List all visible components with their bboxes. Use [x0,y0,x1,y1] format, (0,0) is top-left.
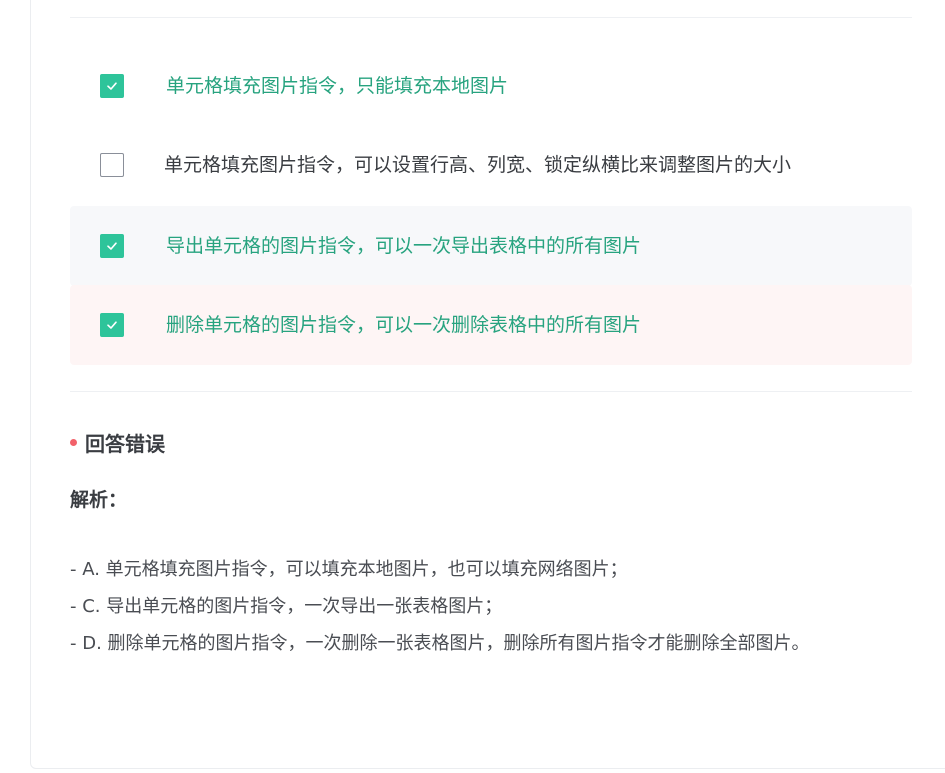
option-b[interactable]: 单元格填充图片指令，可以设置行高、列宽、锁定纵横比来调整图片的大小 [70,125,912,205]
analysis-title: 解析： [70,489,128,511]
option-c-checkbox[interactable] [100,234,124,258]
check-icon [107,82,117,90]
result-label: 回答错误 [85,431,165,456]
analysis-line-c: - C. 导出单元格的图片指令，一次导出一张表格图片； [70,596,503,617]
check-icon [107,242,117,250]
option-b-text: 单元格填充图片指令，可以设置行高、列宽、锁定纵横比来调整图片的大小 [164,154,792,176]
analysis-line-d: - D. 删除单元格的图片指令，一次删除一张表格图片，删除所有图片指令才能删除全… [70,633,810,654]
option-a-text: 单元格填充图片指令，只能填充本地图片 [166,75,509,97]
option-a-checkbox[interactable] [100,74,124,98]
option-d-text: 删除单元格的图片指令，可以一次删除表格中的所有图片 [166,314,642,336]
option-d[interactable]: 删除单元格的图片指令，可以一次删除表格中的所有图片 [70,285,912,365]
option-a[interactable]: 单元格填充图片指令，只能填充本地图片 [70,46,912,126]
analysis-body: - A. 单元格填充图片指令，可以填充本地图片，也可以填充网络图片； - C. … [70,551,930,662]
check-icon [107,321,117,329]
top-divider [70,17,912,18]
option-c[interactable]: 导出单元格的图片指令，可以一次导出表格中的所有图片 [70,206,912,286]
option-d-checkbox[interactable] [100,313,124,337]
option-b-checkbox[interactable] [100,153,124,177]
option-c-text: 导出单元格的图片指令，可以一次导出表格中的所有图片 [166,235,642,257]
mid-divider [70,391,912,392]
answer-result: 回答错误 [70,428,165,456]
status-dot-icon [70,438,77,446]
analysis-line-a: - A. 单元格填充图片指令，可以填充本地图片，也可以填充网络图片； [70,559,628,580]
